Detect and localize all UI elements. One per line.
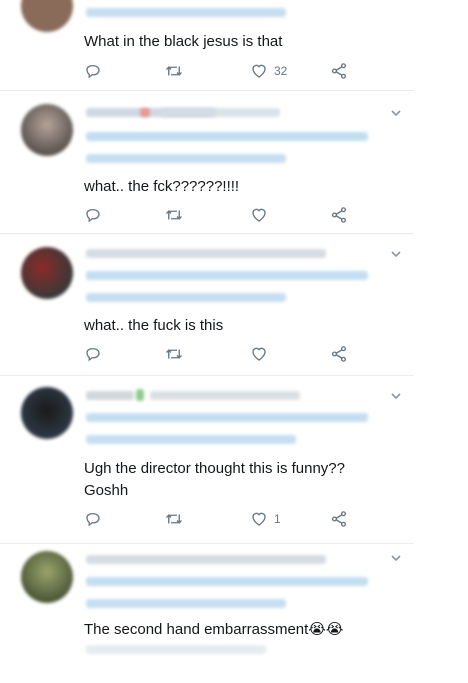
avatar[interactable] [21, 0, 73, 32]
like-count: 32 [274, 64, 288, 78]
tweet-actions [84, 204, 364, 226]
blurred-text [86, 599, 286, 608]
avatar[interactable] [21, 387, 73, 439]
share-button[interactable] [330, 508, 348, 530]
share-icon [331, 63, 347, 79]
like-icon [252, 512, 266, 526]
chevron-down-icon[interactable] [390, 106, 402, 118]
tweet-item[interactable]: what.. the fck??????!!!! [0, 90, 414, 234]
reply-button[interactable] [84, 343, 102, 365]
reply-icon [86, 348, 100, 362]
share-icon [331, 346, 347, 362]
chevron-down-icon[interactable] [390, 389, 402, 401]
like-button[interactable]: 1 [250, 508, 281, 530]
share-icon [331, 511, 347, 527]
blurred-text [150, 391, 300, 400]
retweet-icon [166, 514, 182, 524]
blurred-text [86, 555, 326, 564]
share-icon [331, 207, 347, 223]
blurred-text [160, 108, 280, 117]
reply-icon [86, 209, 100, 223]
retweet-button[interactable] [164, 204, 184, 226]
tweet-actions [84, 343, 364, 365]
like-button[interactable]: 32 [250, 60, 287, 82]
retweet-icon [166, 210, 182, 220]
like-icon [252, 64, 266, 78]
like-icon [252, 347, 266, 361]
blurred-text [86, 413, 368, 422]
avatar[interactable] [21, 104, 73, 156]
blurred-text [86, 293, 286, 302]
tweet-actions: 1 [84, 508, 364, 530]
reply-button[interactable] [84, 60, 102, 82]
blurred-text [86, 435, 296, 444]
blurred-text [86, 249, 326, 258]
tweet-item[interactable]: what.. the fuck is this [0, 233, 414, 376]
blurred-text [86, 271, 368, 280]
tweet-text: What in the black jesus is that [84, 33, 283, 50]
tweet-text: what.. the fuck is this [84, 317, 224, 334]
tweet-item[interactable]: Ugh the director thought this is funny??… [0, 375, 414, 544]
like-count: 1 [274, 512, 281, 526]
tweet-text: what.. the fck??????!!!! [84, 178, 240, 195]
share-button[interactable] [330, 60, 348, 82]
share-button[interactable] [330, 343, 348, 365]
reply-button[interactable] [84, 204, 102, 226]
avatar[interactable] [21, 247, 73, 299]
like-button[interactable] [250, 204, 274, 226]
blurred-text [140, 108, 150, 117]
blurred-text [86, 132, 368, 141]
avatar[interactable] [21, 551, 73, 603]
like-button[interactable] [250, 343, 274, 365]
retweet-button[interactable] [164, 343, 184, 365]
blurred-text [86, 154, 286, 163]
like-icon [252, 208, 266, 222]
tweet-item[interactable]: What in the black jesus is that 32 [0, 0, 414, 91]
tweet-item[interactable]: The second hand embarrassment😭😭 [0, 543, 414, 683]
tweet-text-line2: Goshh [84, 482, 129, 499]
reply-icon [86, 513, 100, 527]
blurred-text [136, 389, 144, 401]
blurred-text [86, 391, 134, 400]
reply-icon [86, 65, 100, 79]
retweet-button[interactable] [164, 508, 184, 530]
blurred-text [86, 8, 286, 17]
share-button[interactable] [330, 204, 348, 226]
retweet-icon [166, 349, 182, 359]
retweet-button[interactable] [164, 60, 184, 82]
reply-button[interactable] [84, 508, 102, 530]
retweet-icon [166, 66, 182, 76]
chevron-down-icon[interactable] [390, 551, 402, 563]
tweet-text: The second hand embarrassment😭😭 [84, 621, 344, 638]
chevron-down-icon[interactable] [390, 247, 402, 259]
tweet-actions: 32 [84, 60, 364, 82]
blurred-text [86, 577, 368, 586]
tweet-text: Ugh the director thought this is funny?? [84, 460, 345, 477]
